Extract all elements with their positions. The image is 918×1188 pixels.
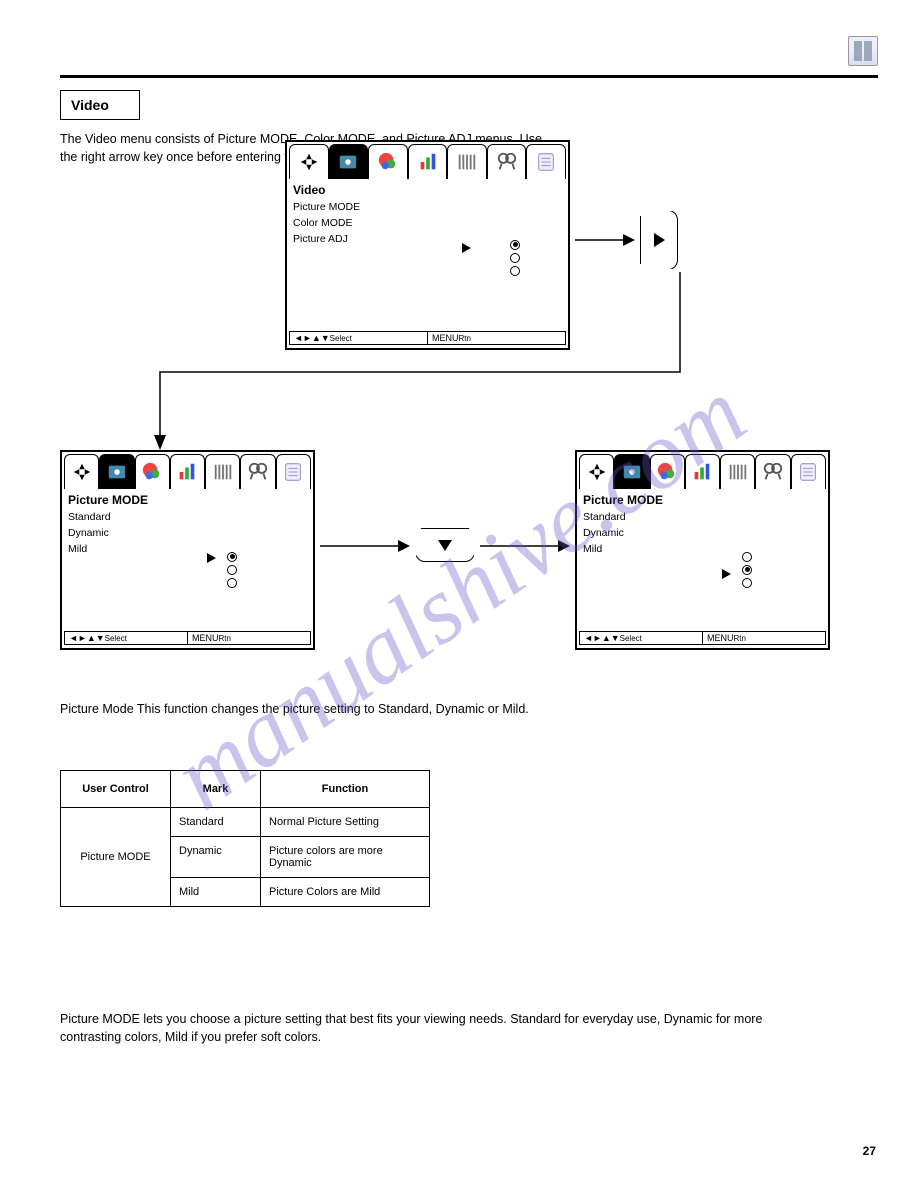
- down-arrow-key[interactable]: [415, 528, 475, 562]
- tab-video-selected: [99, 454, 134, 489]
- tab-color: [650, 454, 685, 489]
- menu-screen-sub-left: Picture MODE Standard Dynamic Mild ◄►▲▼ …: [60, 450, 315, 650]
- settings-table: User Control Mark Function Picture MODE …: [60, 770, 430, 907]
- th-function: Function: [261, 771, 430, 808]
- tab-tuning: [447, 144, 487, 179]
- radio-standard: [227, 552, 237, 562]
- flow-arrow-left-to-key: [320, 536, 410, 559]
- tab-move: [64, 454, 99, 489]
- flow-arrow-key-to-right: [480, 536, 570, 559]
- tab-sound: [487, 144, 527, 179]
- tab-sound: [240, 454, 275, 489]
- main-item-2: Picture ADJ: [293, 233, 562, 245]
- tab-levels: [408, 144, 448, 179]
- main-item-1: Color MODE: [293, 217, 562, 229]
- tab-setup: [276, 454, 311, 489]
- subleft-title: Picture MODE: [68, 493, 307, 507]
- main-screen-title: Video: [293, 183, 562, 197]
- bottom-paragraph: Picture MODE lets you choose a picture s…: [60, 1010, 820, 1046]
- flow-arrow-main-to-key: [575, 230, 635, 253]
- footer-right: Rtn: [219, 634, 231, 643]
- radio-mild: [227, 578, 237, 588]
- tab-setup: [526, 144, 566, 179]
- tab-video-selected: [329, 144, 369, 179]
- main-item-0: Picture MODE: [293, 201, 562, 213]
- th-user-control: User Control: [61, 771, 171, 808]
- td-mark-1: Dynamic: [171, 837, 261, 878]
- footer-right: Rtn: [734, 634, 746, 643]
- picture-mode-paragraph: Picture Mode This function changes the p…: [60, 700, 820, 718]
- subleft-item-2: Mild: [68, 543, 307, 555]
- section-title-box: Video: [60, 90, 140, 120]
- selection-arrow-icon: [462, 243, 471, 253]
- subright-item-0: Standard: [583, 511, 822, 523]
- tab-move: [579, 454, 614, 489]
- page-number: 27: [863, 1144, 876, 1158]
- subright-item-2: Mild: [583, 543, 822, 555]
- radio-mild: [742, 578, 752, 588]
- menu-screen-sub-right: Picture MODE Standard Dynamic Mild ◄►▲▼ …: [575, 450, 830, 650]
- tab-tuning: [205, 454, 240, 489]
- td-mark-2: Mild: [171, 878, 261, 907]
- td-control: Picture MODE: [61, 808, 171, 907]
- subleft-item-0: Standard: [68, 511, 307, 523]
- radio-dynamic: [742, 565, 752, 575]
- tab-move: [289, 144, 329, 179]
- tab-tuning: [720, 454, 755, 489]
- section-title-text: Video: [71, 97, 109, 113]
- radio-standard: [742, 552, 752, 562]
- header-rule: [60, 75, 878, 78]
- td-func-2: Picture Colors are Mild: [261, 878, 430, 907]
- tab-levels: [685, 454, 720, 489]
- tab-sound: [755, 454, 790, 489]
- right-arrow-key[interactable]: [640, 210, 678, 270]
- tab-levels: [170, 454, 205, 489]
- radio-picture-mode: [510, 240, 520, 250]
- th-mark: Mark: [171, 771, 261, 808]
- tab-color: [368, 144, 408, 179]
- footer-left: Select: [620, 634, 642, 643]
- header-section-icon: [848, 36, 878, 66]
- tab-row: [287, 142, 568, 178]
- radio-color-mode: [510, 253, 520, 263]
- tab-color: [135, 454, 170, 489]
- tab-setup: [791, 454, 826, 489]
- footer-left: Select: [105, 634, 127, 643]
- tab-video-selected: [614, 454, 649, 489]
- subright-title: Picture MODE: [583, 493, 822, 507]
- subleft-item-1: Dynamic: [68, 527, 307, 539]
- td-func-0: Normal Picture Setting: [261, 808, 430, 837]
- td-func-1: Picture colors are more Dynamic: [261, 837, 430, 878]
- radio-dynamic: [227, 565, 237, 575]
- td-mark-0: Standard: [171, 808, 261, 837]
- selection-arrow-icon: [722, 569, 731, 579]
- selection-arrow-icon: [207, 553, 216, 563]
- subright-item-1: Dynamic: [583, 527, 822, 539]
- flow-arrow-elbow: [140, 272, 700, 455]
